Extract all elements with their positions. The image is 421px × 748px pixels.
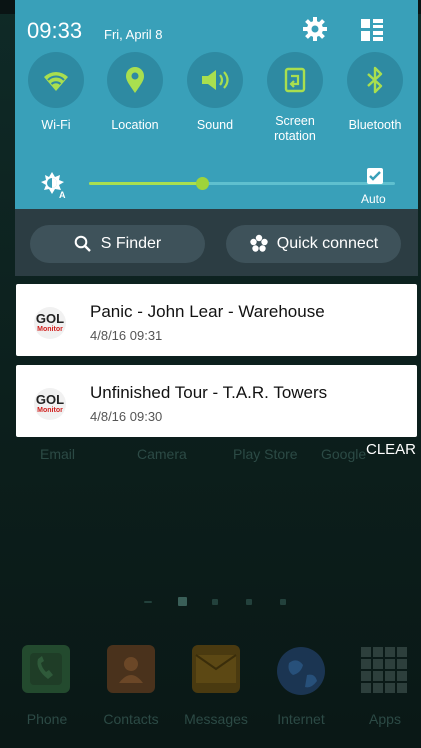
home-app-label-email[interactable]: Email bbox=[40, 446, 75, 462]
search-icon bbox=[74, 235, 91, 252]
logo-text-bottom: Monitor bbox=[37, 407, 63, 414]
notification-time: 4/8/16 09:31 bbox=[90, 328, 163, 343]
settings-gear-icon[interactable] bbox=[301, 15, 329, 43]
auto-brightness-label: Auto bbox=[361, 192, 386, 206]
notification-title: Panic - John Lear - Warehouse bbox=[90, 302, 325, 321]
globe-icon bbox=[277, 647, 325, 695]
envelope-icon bbox=[195, 654, 237, 683]
toggle-label-screen-rotation-line1: Screen bbox=[275, 114, 315, 128]
notification-card[interactable]: GOL Monitor Unfinished Tour - T.A.R. Tow… bbox=[16, 365, 417, 437]
home-app-label-camera[interactable]: Camera bbox=[137, 446, 187, 462]
dock-label-phone: Phone bbox=[26, 711, 68, 727]
page-dot bbox=[280, 599, 286, 605]
clock-date: Fri, April 8 bbox=[104, 27, 163, 42]
logo-text-bottom: Monitor bbox=[37, 326, 63, 333]
notification-card[interactable]: GOL Monitor Panic - John Lear - Warehous… bbox=[16, 284, 417, 356]
page-dot bbox=[212, 599, 218, 605]
brightness-slider-fill bbox=[89, 182, 203, 185]
checkmark-icon bbox=[369, 171, 381, 181]
dock-label-internet: Internet bbox=[277, 711, 325, 727]
notification-time: 4/8/16 09:30 bbox=[90, 409, 163, 424]
toggle-screen-rotation[interactable]: Screen rotation bbox=[256, 52, 334, 144]
notification-title: Unfinished Tour - T.A.R. Towers bbox=[90, 383, 328, 402]
gol-monitor-logo-icon: GOL Monitor bbox=[33, 387, 67, 421]
clear-notifications-button[interactable]: CLEAR bbox=[366, 441, 416, 458]
quick-connect-button[interactable]: Quick connect bbox=[226, 225, 401, 263]
quick-connect-label: Quick connect bbox=[276, 235, 379, 252]
dock-label-contacts: Contacts bbox=[103, 711, 159, 727]
toggle-label-bluetooth: Bluetooth bbox=[348, 118, 402, 132]
home-page-icon bbox=[178, 597, 187, 606]
logo-text-top: GOL bbox=[36, 392, 64, 407]
contacts-app-icon[interactable] bbox=[107, 645, 155, 693]
auto-brightness-checkbox[interactable] bbox=[367, 168, 383, 184]
s-finder-button[interactable]: S Finder bbox=[30, 225, 205, 263]
internet-app-icon[interactable] bbox=[275, 645, 325, 695]
toggle-location[interactable]: Location bbox=[96, 52, 174, 133]
gol-monitor-logo-icon: GOL Monitor bbox=[33, 306, 67, 340]
location-pin-icon bbox=[107, 52, 163, 108]
edit-panel-grid-icon[interactable] bbox=[360, 18, 384, 42]
phone-app-icon[interactable] bbox=[22, 645, 70, 693]
svg-text:A: A bbox=[59, 190, 66, 199]
page-dot bbox=[246, 599, 252, 605]
toggle-bluetooth[interactable]: Bluetooth bbox=[336, 52, 414, 133]
quick-connect-icon bbox=[250, 234, 268, 252]
person-icon bbox=[119, 657, 143, 683]
home-app-label-google[interactable]: Google bbox=[321, 446, 366, 462]
logo-text-top: GOL bbox=[36, 311, 64, 326]
messages-app-icon[interactable] bbox=[192, 645, 240, 693]
home-app-label-play-store[interactable]: Play Store bbox=[233, 446, 298, 462]
bluetooth-icon bbox=[347, 52, 403, 108]
toggle-label-location: Location bbox=[111, 118, 159, 132]
toggle-label-screen-rotation: Screen rotation bbox=[256, 114, 334, 144]
home-page-indicator bbox=[140, 597, 290, 607]
toggle-sound[interactable]: Sound bbox=[176, 52, 254, 133]
toggle-wifi[interactable]: Wi-Fi bbox=[17, 52, 95, 133]
brightness-slider[interactable] bbox=[89, 177, 395, 190]
page-indicator-dash bbox=[144, 601, 152, 603]
dock-label-apps: Apps bbox=[369, 711, 401, 727]
toggle-label-screen-rotation-line2: rotation bbox=[274, 129, 316, 143]
clock-time: 09:33 bbox=[27, 18, 83, 43]
s-finder-label: S Finder bbox=[100, 235, 162, 252]
apps-drawer-icon[interactable] bbox=[359, 645, 407, 693]
toggle-label-wifi: Wi-Fi bbox=[41, 118, 71, 132]
phone-handset-icon bbox=[30, 653, 62, 685]
screen-rotation-icon bbox=[267, 52, 323, 108]
speaker-icon bbox=[187, 52, 243, 108]
wifi-icon bbox=[28, 52, 84, 108]
dock-label-messages: Messages bbox=[184, 711, 248, 727]
apps-grid-icon bbox=[361, 647, 407, 693]
toggle-label-sound: Sound bbox=[196, 118, 234, 132]
brightness-auto-icon: A bbox=[38, 169, 68, 200]
